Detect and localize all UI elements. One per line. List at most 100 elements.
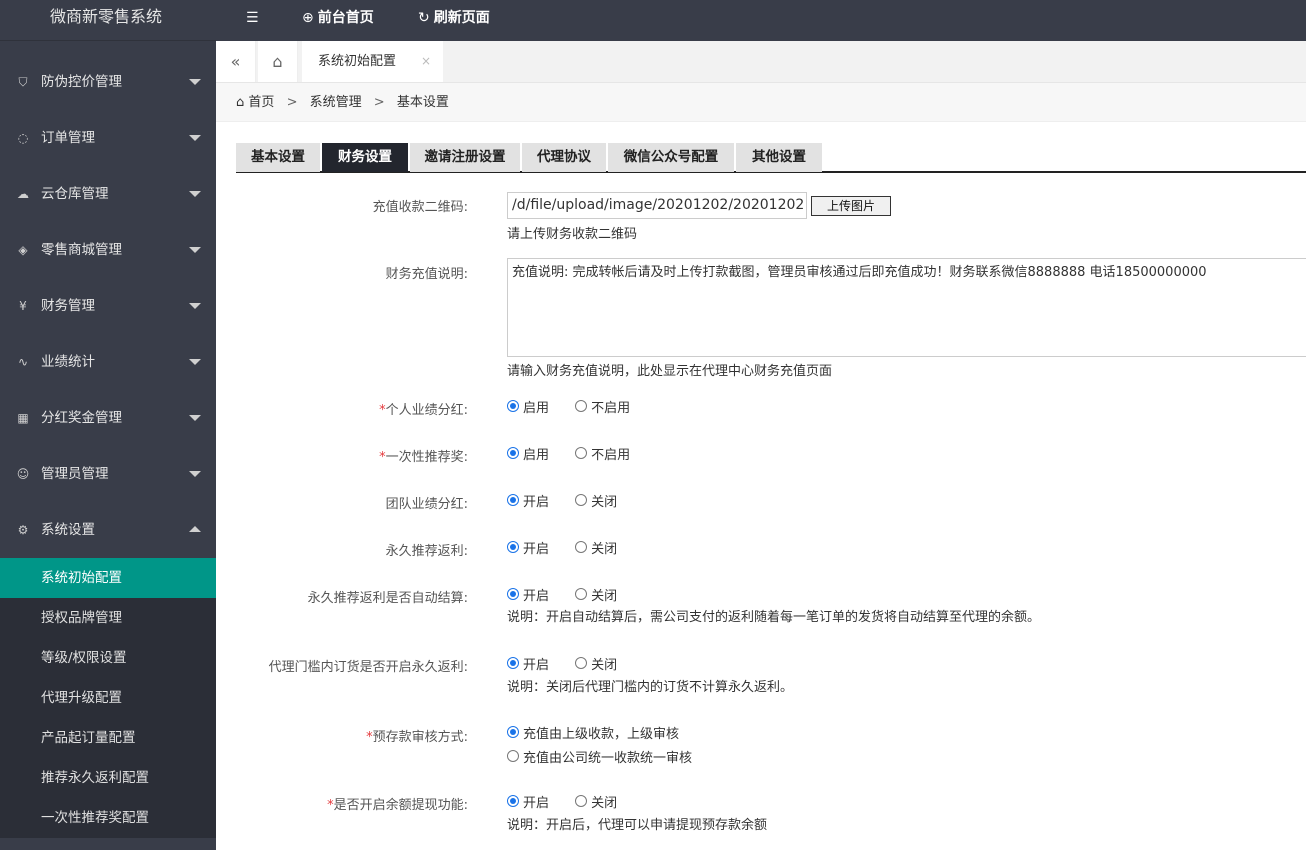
radio-dot: [507, 657, 519, 669]
chevron-down-icon: [189, 303, 201, 309]
home-icon: ⌂: [236, 95, 245, 110]
personal-bonus-disable-radio[interactable]: 不启用: [575, 397, 630, 416]
refresh-page-label: 刷新页面: [433, 10, 490, 26]
tab-other-settings[interactable]: 其他设置: [736, 143, 822, 172]
globe-icon: ⊕: [302, 10, 314, 26]
threshold-rebate-open-radio[interactable]: 开启: [507, 654, 549, 673]
breadcrumb-system[interactable]: 系统管理: [310, 95, 362, 110]
submenu-item-onetime-reward[interactable]: 一次性推荐奖配置: [0, 798, 216, 838]
sidebar-item-orders[interactable]: ◌ 订单管理: [0, 110, 216, 166]
finance-desc-textarea[interactable]: 充值说明: 完成转帐后请及时上传打款截图，管理员审核通过后即充值成功！财务联系微…: [507, 258, 1306, 357]
cube-icon: ◈: [18, 243, 28, 257]
double-chevron-left-icon[interactable]: «: [216, 41, 256, 82]
radio-dot: [507, 494, 519, 506]
radio-dot: [575, 588, 588, 600]
gear-icon: ⚙: [17, 523, 29, 537]
radio-dot: [575, 795, 588, 807]
breadcrumb-separator: >: [286, 95, 298, 110]
deposit-audit-label: *预存款审核方式:: [366, 730, 468, 745]
yen-icon: ¥: [19, 299, 27, 313]
permanent-rebate-open-radio[interactable]: 开启: [507, 538, 549, 557]
sidebar-item-label: 业绩统计: [41, 354, 95, 370]
submenu-item-level-permission[interactable]: 等级/权限设置: [0, 638, 216, 678]
auto-settle-close-radio[interactable]: 关闭: [575, 585, 617, 604]
sidebar-item-performance[interactable]: ∿ 业绩统计: [0, 334, 216, 390]
submenu-item-brand-auth[interactable]: 授权品牌管理: [0, 598, 216, 638]
submenu-item-min-order[interactable]: 产品起订量配置: [0, 718, 216, 758]
chevron-up-icon: [189, 526, 201, 532]
sidebar-item-label: 云仓库管理: [41, 186, 109, 202]
threshold-rebate-close-radio[interactable]: 关闭: [575, 654, 617, 673]
sidebar-item-system-settings[interactable]: ⚙ 系统设置: [0, 502, 216, 558]
menu-toggle-icon[interactable]: ☰: [246, 0, 259, 38]
personal-bonus-enable-radio[interactable]: 启用: [507, 397, 549, 416]
finance-desc-label: 财务充值说明:: [385, 267, 468, 282]
sidebar-item-bonus[interactable]: ▦ 分红奖金管理: [0, 390, 216, 446]
qr-code-path-input[interactable]: /d/file/upload/image/20201202/20201202: [507, 192, 807, 219]
page-tab-bar: « ⌂ 系统初始配置 ×: [216, 41, 1306, 83]
sidebar-item-anti-counterfeit[interactable]: ⛉ 防伪控价管理: [0, 54, 216, 110]
radio-dot: [575, 541, 588, 553]
auto-settle-radios: 开启 关闭: [507, 585, 639, 604]
submenu-item-agent-upgrade[interactable]: 代理升级配置: [0, 678, 216, 718]
breadcrumb-separator: >: [373, 95, 385, 110]
auto-settle-help: 说明：开启自动结算后，需公司支付的返利随着每一笔订单的发货将自动结算至代理的余额…: [507, 610, 1041, 625]
app-logo-title: 微商新零售系统: [0, 0, 216, 41]
sidebar-item-finance[interactable]: ¥ 财务管理: [0, 278, 216, 334]
permanent-rebate-close-radio[interactable]: 关闭: [575, 538, 617, 557]
team-bonus-close-radio[interactable]: 关闭: [575, 491, 617, 510]
submenu-item-permanent-rebate[interactable]: 推荐永久返利配置: [0, 758, 216, 798]
upload-image-button[interactable]: 上传图片: [811, 196, 891, 216]
breadcrumb: ⌂ 首页 > 系统管理 > 基本设置: [216, 83, 1306, 122]
radio-dot: [575, 657, 588, 669]
onetime-reward-disable-radio[interactable]: 不启用: [575, 444, 630, 463]
refresh-page-link[interactable]: ↻ 刷新页面: [418, 0, 490, 38]
sidebar-item-cloud-warehouse[interactable]: ☁ 云仓库管理: [0, 166, 216, 222]
withdraw-open-radio[interactable]: 开启: [507, 792, 549, 811]
auto-settle-label: 永久推荐返利是否自动结算:: [307, 591, 468, 606]
qr-code-help: 请上传财务收款二维码: [507, 227, 638, 242]
onetime-reward-enable-radio[interactable]: 启用: [507, 444, 549, 463]
breadcrumb-home[interactable]: 首页: [248, 95, 274, 110]
sidebar-item-retail-mall[interactable]: ◈ 零售商城管理: [0, 222, 216, 278]
front-home-link[interactable]: ⊕ 前台首页: [302, 0, 374, 38]
system-settings-submenu: 系统初始配置 授权品牌管理 等级/权限设置 代理升级配置 产品起订量配置 推荐永…: [0, 558, 216, 838]
sidebar-item-label: 防伪控价管理: [41, 74, 122, 90]
threshold-rebate-label: 代理门槛内订货是否开启永久返利:: [268, 660, 468, 675]
deposit-audit-radios: 充值由上级收款，上级审核 充值由公司统一收款统一审核: [507, 723, 714, 771]
grid-icon: ▦: [17, 411, 29, 425]
permanent-rebate-label: 永久推荐返利:: [385, 544, 468, 559]
submenu-item-system-init[interactable]: 系统初始配置: [0, 558, 216, 598]
team-bonus-open-radio[interactable]: 开启: [507, 491, 549, 510]
chevron-down-icon: [189, 247, 201, 253]
radio-dot: [507, 795, 519, 807]
deposit-audit-superior-radio[interactable]: 充值由上级收款，上级审核: [507, 723, 692, 742]
chevron-down-icon: [189, 471, 201, 477]
chevron-down-icon: [189, 135, 201, 141]
personal-bonus-label: *个人业绩分红:: [379, 403, 468, 418]
radio-dot: [507, 588, 519, 600]
cloud-icon: ☁: [17, 187, 29, 201]
sidebar-item-admins[interactable]: ☺ 管理员管理: [0, 446, 216, 502]
tab-system-init[interactable]: 系统初始配置 ×: [302, 41, 443, 82]
tab-finance-settings[interactable]: 财务设置: [322, 143, 408, 172]
chevron-down-icon: [189, 359, 201, 365]
team-bonus-label: 团队业绩分红:: [385, 497, 468, 512]
settings-tabs: 基本设置 财务设置 邀请注册设置 代理协议 微信公众号配置 其他设置: [236, 143, 1306, 173]
close-icon[interactable]: ×: [421, 41, 431, 82]
withdraw-close-radio[interactable]: 关闭: [575, 792, 617, 811]
permanent-rebate-radios: 开启 关闭: [507, 538, 639, 557]
radio-dot: [575, 494, 588, 506]
chevron-down-icon: [189, 79, 201, 85]
tab-agent-agreement[interactable]: 代理协议: [522, 143, 606, 172]
home-tab-icon[interactable]: ⌂: [258, 41, 298, 82]
tab-invite-register[interactable]: 邀请注册设置: [410, 143, 520, 172]
qr-code-label: 充值收款二维码:: [372, 200, 468, 215]
auto-settle-open-radio[interactable]: 开启: [507, 585, 549, 604]
top-header: ☰ ⊕ 前台首页 ↻ 刷新页面: [216, 0, 1306, 41]
breadcrumb-basic: 基本设置: [396, 95, 449, 110]
tab-wechat-config[interactable]: 微信公众号配置: [608, 143, 734, 172]
team-bonus-radios: 开启 关闭: [507, 491, 639, 510]
deposit-audit-company-radio[interactable]: 充值由公司统一收款统一审核: [507, 747, 692, 766]
tab-basic-settings[interactable]: 基本设置: [236, 143, 320, 172]
